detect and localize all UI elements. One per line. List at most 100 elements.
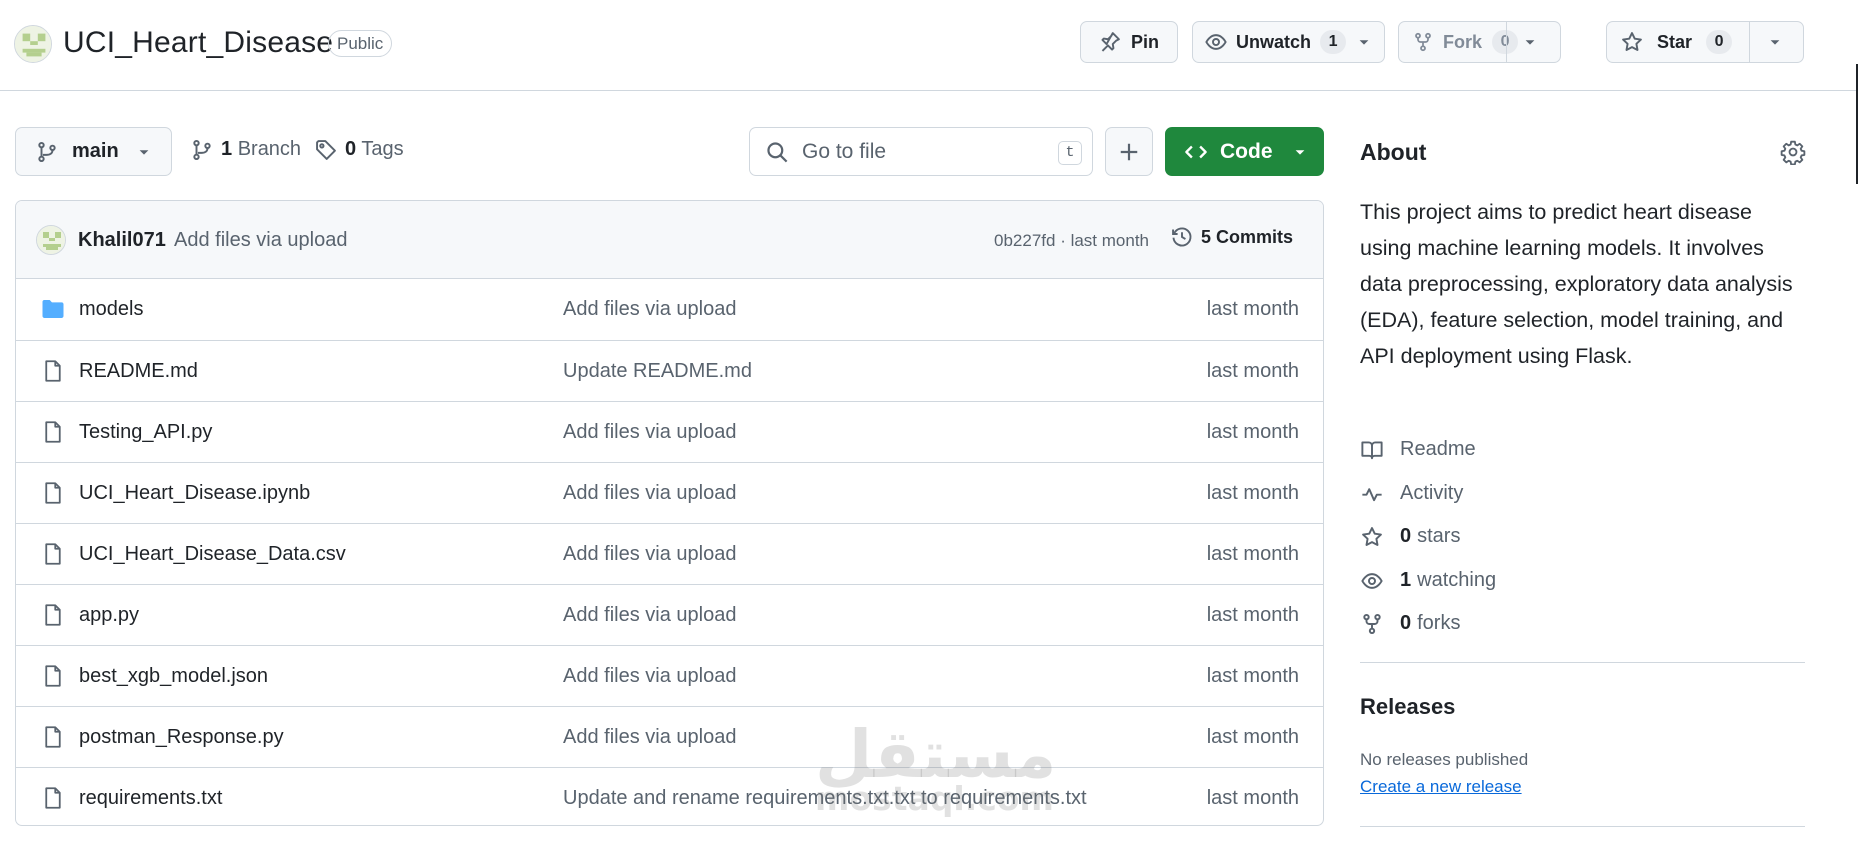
fork-icon (1360, 613, 1384, 635)
go-to-file-input[interactable]: Go to file t (749, 127, 1093, 176)
stars-link[interactable]: 0 stars (1360, 525, 1460, 548)
file-commit-date: last month (1206, 604, 1299, 626)
commit-author-avatar[interactable] (36, 225, 66, 255)
chevron-down-icon (1293, 145, 1307, 159)
plus-icon (1118, 141, 1140, 163)
file-icon (40, 359, 66, 383)
file-name[interactable]: UCI_Heart_Disease.ipynb (79, 482, 310, 505)
file-name[interactable]: UCI_Heart_Disease_Data.csv (79, 543, 346, 566)
file-commit-message[interactable]: Add files via upload (563, 482, 736, 505)
file-commit-date: last month (1206, 726, 1299, 748)
book-icon (1360, 439, 1384, 461)
chevron-down-icon[interactable] (1357, 35, 1371, 49)
file-row[interactable]: requirements.txt Update and rename requir… (16, 767, 1323, 825)
branch-selector[interactable]: main (15, 127, 172, 176)
file-commit-message[interactable]: Update README.md (563, 360, 752, 383)
repo-header: UCI_Heart_Disease Public Pin Unwatch 1 F… (0, 0, 1858, 91)
code-button[interactable]: Code (1165, 127, 1324, 176)
file-commit-message[interactable]: Update and rename requirements.txt.txt t… (563, 787, 1087, 810)
about-heading: About (1360, 139, 1427, 165)
file-commit-message[interactable]: Add files via upload (563, 421, 736, 444)
file-commit-date: last month (1206, 421, 1299, 443)
file-commit-message[interactable]: Add files via upload (563, 298, 736, 321)
activity-link[interactable]: Activity (1360, 482, 1463, 505)
file-row[interactable]: best_xgb_model.json Add files via upload l… (16, 645, 1323, 706)
file-row[interactable]: Testing_API.py Add files via upload last m… (16, 401, 1323, 462)
file-row[interactable]: README.md Update README.md last month (16, 340, 1323, 401)
file-icon (40, 603, 66, 627)
file-commit-message[interactable]: Add files via upload (563, 726, 736, 749)
unwatch-label: Unwatch (1236, 31, 1312, 52)
branch-name: main (72, 140, 119, 162)
releases-heading[interactable]: Releases (1360, 694, 1455, 720)
releases-empty-text: No releases published (1360, 750, 1529, 769)
visibility-badge: Public (328, 30, 393, 57)
eye-icon (1205, 31, 1227, 53)
forks-link[interactable]: 0 forks (1360, 612, 1460, 635)
gear-icon[interactable] (1780, 139, 1806, 165)
file-browser: Khalil071 Add files via upload 0b227fd ·… (15, 200, 1324, 826)
watching-count: 1 (1400, 569, 1412, 591)
branches-link[interactable]: 1 Branch (191, 138, 301, 161)
star-button[interactable]: Star 0 (1606, 21, 1804, 63)
watching-link[interactable]: 1 watching (1360, 569, 1496, 592)
folder-icon (40, 297, 66, 321)
unwatch-button[interactable]: Unwatch 1 (1192, 21, 1385, 63)
forks-label: forks (1417, 612, 1461, 634)
file-name[interactable]: best_xgb_model.json (79, 665, 268, 688)
create-release-link[interactable]: Create a new release (1360, 777, 1522, 797)
sidebar-divider (1360, 662, 1805, 663)
file-row[interactable]: models Add files via upload last month (16, 279, 1323, 340)
commit-message[interactable]: Add files via upload (174, 229, 347, 252)
add-file-button[interactable] (1105, 127, 1153, 176)
file-name[interactable]: Testing_API.py (79, 421, 212, 444)
file-row[interactable]: UCI_Heart_Disease_Data.csv Add files via … (16, 523, 1323, 584)
file-commit-message[interactable]: Add files via upload (563, 543, 736, 566)
chevron-down-icon (1768, 35, 1782, 49)
file-row[interactable]: postman_Response.py Add files via upload l… (16, 706, 1323, 767)
star-count: 0 (1706, 30, 1733, 54)
file-name[interactable]: postman_Response.py (79, 726, 284, 749)
file-row[interactable]: UCI_Heart_Disease.ipynb Add files via upl… (16, 462, 1323, 523)
commit-hash-time[interactable]: 0b227fd · last month (994, 231, 1149, 251)
star-icon (1360, 526, 1384, 548)
latest-commit-bar: Khalil071 Add files via upload 0b227fd ·… (16, 201, 1323, 279)
file-name[interactable]: models (79, 298, 143, 321)
fork-icon (1413, 32, 1433, 52)
tags-link[interactable]: 0 Tags (315, 138, 404, 161)
fork-dropdown[interactable] (1506, 22, 1553, 62)
history-icon (1171, 226, 1193, 248)
owner-avatar[interactable] (14, 25, 52, 63)
file-row[interactable]: app.py Add files via upload last month (16, 584, 1323, 645)
file-commit-message[interactable]: Add files via upload (563, 604, 736, 627)
go-to-file-placeholder: Go to file (802, 139, 887, 163)
repo-name[interactable]: UCI_Heart_Disease (63, 26, 333, 60)
file-name[interactable]: README.md (79, 360, 198, 383)
pin-button[interactable]: Pin (1080, 21, 1179, 63)
file-icon (40, 725, 66, 749)
file-icon (40, 420, 66, 444)
readme-link[interactable]: Readme (1360, 438, 1476, 461)
star-dropdown[interactable] (1749, 22, 1800, 62)
watching-label: watching (1417, 569, 1497, 591)
file-commit-date: last month (1206, 543, 1299, 565)
commits-history-link[interactable]: 5 Commits (1171, 226, 1293, 248)
sidebar-divider (1360, 826, 1805, 827)
fork-button[interactable]: Fork 0 (1398, 21, 1561, 63)
file-name[interactable]: requirements.txt (79, 787, 222, 810)
star-label: Star (1657, 31, 1693, 52)
commit-author[interactable]: Khalil071 (78, 229, 166, 252)
code-label: Code (1220, 139, 1273, 163)
tag-icon (315, 139, 337, 161)
file-icon (40, 786, 66, 810)
pulse-icon (1360, 483, 1384, 505)
stars-count: 0 (1400, 525, 1412, 547)
keyboard-shortcut-hint: t (1058, 141, 1082, 165)
watch-count: 1 (1320, 30, 1347, 54)
file-commit-message[interactable]: Add files via upload (563, 665, 736, 688)
commits-count: 5 Commits (1200, 226, 1293, 247)
chevron-down-icon (1523, 35, 1537, 49)
branch-icon (36, 141, 58, 163)
file-name[interactable]: app.py (79, 604, 139, 627)
chevron-down-icon (137, 145, 151, 159)
